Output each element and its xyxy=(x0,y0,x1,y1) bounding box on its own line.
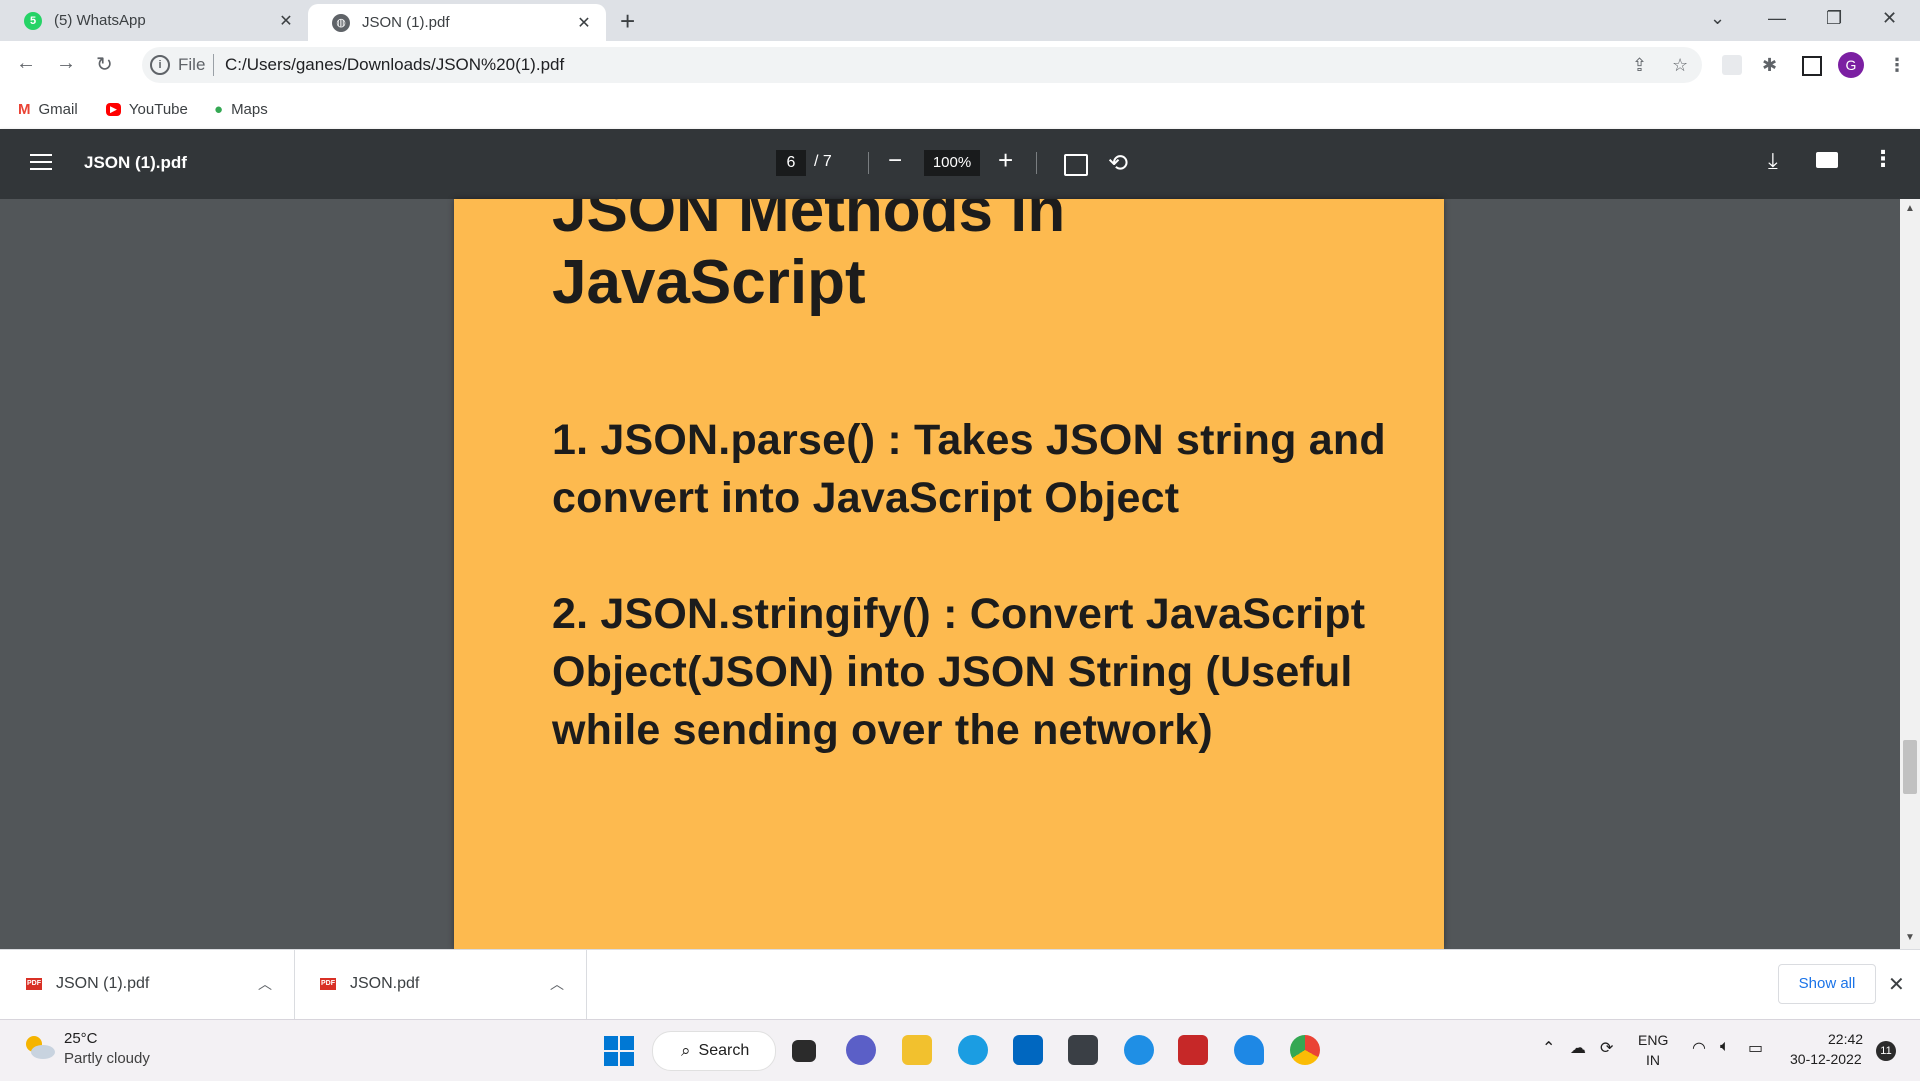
zoom-input[interactable]: 100% xyxy=(924,150,980,176)
chevron-up-icon[interactable]: ⌃ xyxy=(1542,1038,1555,1058)
pdf-heading: JSON Methods in JavaScript xyxy=(552,199,1066,317)
teams-chat-icon[interactable] xyxy=(846,1035,876,1065)
pdf-page: JSON Methods in JavaScript 1. JSON.parse… xyxy=(454,199,1444,949)
camera-app-icon[interactable] xyxy=(1068,1035,1098,1065)
zoom-out-button[interactable]: − xyxy=(888,147,902,175)
onedrive-cloud-icon[interactable]: ☁ xyxy=(1570,1038,1586,1058)
language-indicator[interactable]: ENG xyxy=(1638,1032,1668,1048)
avatar[interactable]: G xyxy=(1838,52,1864,78)
windows-start-icon[interactable] xyxy=(604,1036,634,1066)
url-text[interactable]: C:/Users/ganes/Downloads/JSON%20(1).pdf xyxy=(225,55,564,75)
divider xyxy=(1036,152,1037,174)
info-icon[interactable]: i xyxy=(150,55,170,75)
mcafee-icon[interactable] xyxy=(1178,1035,1208,1065)
bookmark-youtube[interactable]: ▶ YouTube xyxy=(106,96,188,122)
whatsapp-icon: 5 xyxy=(24,11,42,30)
chevron-up-icon[interactable]: ︿ xyxy=(550,974,564,994)
tab-title: (5) WhatsApp xyxy=(54,12,146,29)
close-icon[interactable]: ✕ xyxy=(1888,972,1905,997)
arrow-app-icon[interactable] xyxy=(1234,1035,1264,1065)
tab-search-icon[interactable]: ⌄ xyxy=(1710,8,1725,29)
scroll-up-arrow-icon[interactable]: ▲ xyxy=(1905,203,1915,214)
fit-to-page-icon[interactable] xyxy=(1064,154,1088,176)
bookmark-label: Gmail xyxy=(38,100,78,118)
file-explorer-icon[interactable] xyxy=(902,1035,932,1065)
sync-icon[interactable]: ⟳ xyxy=(1600,1038,1613,1058)
zoom-in-button[interactable]: + xyxy=(998,145,1013,176)
reload-icon[interactable]: ↻ xyxy=(96,52,113,77)
search-label: Search xyxy=(698,1042,750,1059)
star-icon[interactable]: ☆ xyxy=(1672,55,1688,76)
download-item[interactable]: PDF JSON.pdf ︿ xyxy=(294,949,587,1019)
partly-cloudy-icon[interactable] xyxy=(22,1032,56,1062)
kebab-menu-icon[interactable]: ⋮ xyxy=(1888,55,1906,76)
page-number-input[interactable]: 6 xyxy=(776,150,806,176)
pdf-file-icon: PDF xyxy=(320,978,336,990)
battery-icon[interactable]: ▭ xyxy=(1748,1038,1763,1058)
scrollbar-thumb[interactable] xyxy=(1903,740,1917,794)
restore-button[interactable]: ❐ xyxy=(1826,8,1842,29)
share-icon[interactable]: ⇪ xyxy=(1632,55,1647,76)
pdf-file-icon: PDF xyxy=(26,978,42,990)
divider xyxy=(213,54,214,76)
pdf-paragraph-parse: 1. JSON.parse() : Takes JSON string and … xyxy=(552,416,1386,522)
close-icon[interactable]: ✕ xyxy=(274,11,298,31)
puzzle-icon[interactable]: ✱ xyxy=(1762,55,1777,76)
weather-description: Partly cloudy xyxy=(64,1050,150,1067)
tab-json-pdf[interactable]: ◍ JSON (1).pdf ✕ xyxy=(308,4,606,41)
chrome-icon[interactable] xyxy=(1290,1035,1320,1065)
bookmark-gmail[interactable]: M Gmail xyxy=(18,96,78,122)
print-icon[interactable] xyxy=(1816,152,1838,168)
clock-time[interactable]: 22:42 xyxy=(1828,1031,1863,1047)
bookmark-label: YouTube xyxy=(128,100,188,118)
more-actions-icon[interactable]: ⋮ xyxy=(1872,146,1894,172)
download-item[interactable]: PDF JSON (1).pdf ︿ xyxy=(0,949,295,1019)
scroll-down-arrow-icon[interactable]: ▼ xyxy=(1905,932,1915,943)
extension-icon[interactable] xyxy=(1722,55,1742,75)
download-name: JSON.pdf xyxy=(350,975,420,992)
bookmark-maps[interactable]: ● Maps xyxy=(214,96,268,122)
youtube-icon: ▶ xyxy=(106,102,121,116)
show-all-button[interactable]: Show all xyxy=(1778,964,1876,1004)
scheme-label: File xyxy=(178,55,206,74)
download-icon[interactable]: ⤓ xyxy=(1768,148,1778,174)
wifi-icon[interactable]: ◠ xyxy=(1692,1038,1706,1058)
task-view-icon[interactable] xyxy=(792,1040,816,1062)
language-region: IN xyxy=(1646,1052,1660,1068)
rotate-icon[interactable]: ⟲ xyxy=(1108,149,1128,178)
bookmarks-bar xyxy=(0,89,1920,130)
volume-icon[interactable]: 🔈︎ xyxy=(1720,1038,1730,1056)
back-arrow-icon[interactable]: ← xyxy=(16,52,36,75)
bookmark-label: Maps xyxy=(231,100,268,118)
gmail-icon: M xyxy=(18,100,31,118)
notification-badge[interactable]: 11 xyxy=(1876,1041,1896,1061)
close-window-button[interactable]: ✕ xyxy=(1882,8,1897,29)
pdf-paragraph-stringify: 2. JSON.stringify() : Convert JavaScript… xyxy=(552,590,1366,754)
search-icon: ⌕ xyxy=(681,1041,691,1060)
edge-icon[interactable] xyxy=(958,1035,988,1065)
minimize-button[interactable]: — xyxy=(1768,8,1786,29)
side-panel-icon[interactable] xyxy=(1802,56,1822,76)
weather-temperature: 25°C xyxy=(64,1030,98,1047)
download-name: JSON (1).pdf xyxy=(56,975,150,992)
tab-whatsapp[interactable]: 5 (5) WhatsApp ✕ xyxy=(0,0,308,41)
help-app-icon[interactable] xyxy=(1124,1035,1154,1065)
chevron-up-icon[interactable]: ︿ xyxy=(258,974,272,994)
store-icon[interactable] xyxy=(1013,1035,1043,1065)
divider xyxy=(868,152,869,174)
taskbar-search[interactable]: ⌕ Search xyxy=(652,1031,776,1071)
menu-icon[interactable] xyxy=(30,154,52,172)
tab-title: JSON (1).pdf xyxy=(362,14,450,31)
new-tab-button[interactable]: + xyxy=(620,6,635,37)
page-total: / 7 xyxy=(814,153,832,170)
scrollbar[interactable] xyxy=(1900,199,1920,949)
close-icon[interactable]: ✕ xyxy=(572,13,596,33)
maps-pin-icon: ● xyxy=(214,100,224,118)
clock-date[interactable]: 30-12-2022 xyxy=(1790,1051,1862,1067)
forward-arrow-icon[interactable]: → xyxy=(56,52,76,75)
globe-icon: ◍ xyxy=(332,13,350,32)
pdf-title: JSON (1).pdf xyxy=(84,153,187,172)
